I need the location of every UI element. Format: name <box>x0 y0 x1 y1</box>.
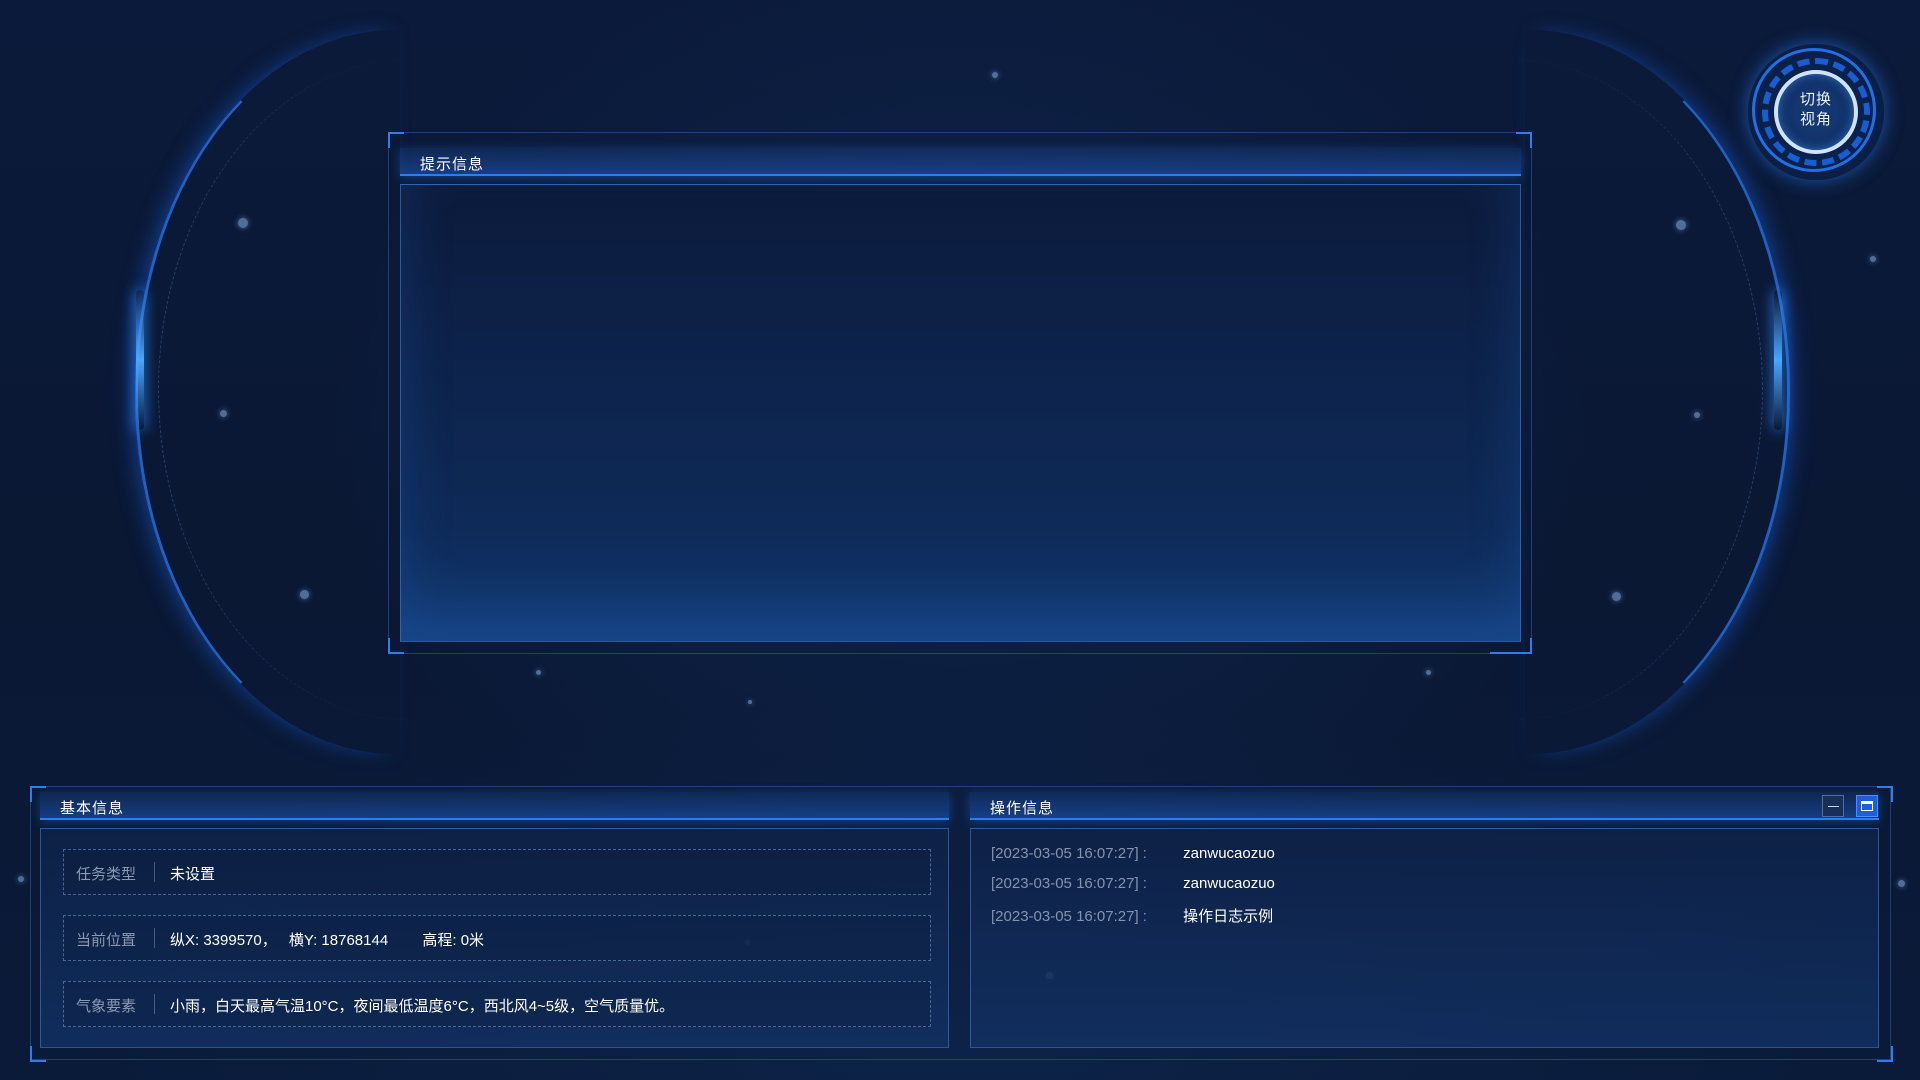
log-timestamp: [2023-03-05 16:07:27] : <box>991 845 1147 862</box>
tip-panel-content <box>400 184 1521 642</box>
corner-ornament <box>30 1046 46 1062</box>
info-row-current-position: 当前位置 纵X: 3399570， 横Y: 18768144 高程: 0米 <box>63 915 931 961</box>
info-row-task-type: 任务类型 未设置 <box>63 849 931 895</box>
log-entry: [2023-03-05 16:07:27] : zanwucaozuo <box>991 845 1275 862</box>
corner-ornament <box>1516 132 1532 148</box>
switch-view-button[interactable]: 切换 视角 <box>1748 44 1884 180</box>
background-star <box>992 72 998 78</box>
corner-ornament <box>1877 1046 1893 1062</box>
left-arc-highlight <box>136 290 144 430</box>
ops-panel-title: 操作信息 <box>990 800 1055 817</box>
position-x-value: 纵X: 3399570， <box>170 932 277 949</box>
log-timestamp: [2023-03-05 16:07:27] : <box>991 908 1147 925</box>
ops-info-panel: [2023-03-05 16:07:27] : zanwucaozuo [202… <box>970 828 1879 1048</box>
info-value: 未设置 <box>170 866 216 883</box>
dashboard-stage: 切换 视角 提示信息 基本信息 任务类型 未设置 当前位置 纵X: 339957… <box>0 0 1920 1080</box>
background-star <box>18 876 24 882</box>
elevation-value: 高程: 0米 <box>422 932 485 949</box>
info-row-weather: 气象要素 小雨，白天最高气温10°C，夜间最低温度6°C，西北风4~5级，空气质… <box>63 981 931 1027</box>
info-separator <box>154 994 155 1014</box>
log-message: zanwucaozuo <box>1183 875 1275 892</box>
info-value: 纵X: 3399570， 横Y: 18768144 高程: 0米 <box>170 929 492 950</box>
ops-panel-header: 操作信息 <box>970 792 1879 820</box>
info-key: 当前位置 <box>76 932 137 949</box>
corner-ornament <box>388 132 404 148</box>
info-separator <box>154 862 155 882</box>
basic-panel-title: 基本信息 <box>60 800 125 817</box>
background-star <box>1426 670 1431 675</box>
log-timestamp: [2023-03-05 16:07:27] : <box>991 875 1147 892</box>
basic-info-panel: 任务类型 未设置 当前位置 纵X: 3399570， 横Y: 18768144 … <box>40 828 949 1048</box>
minimize-icon <box>1828 806 1839 807</box>
log-entry: [2023-03-05 16:07:27] : 操作日志示例 <box>991 905 1273 926</box>
basic-panel-header: 基本信息 <box>40 792 949 820</box>
background-star <box>748 700 752 704</box>
background-star <box>536 670 541 675</box>
minimize-button[interactable] <box>1822 795 1844 817</box>
info-separator <box>154 928 155 948</box>
corner-ornament <box>1877 786 1893 802</box>
switch-view-label: 切换 视角 <box>1799 91 1832 128</box>
info-key: 气象要素 <box>76 998 137 1015</box>
log-message: 操作日志示例 <box>1183 908 1274 925</box>
info-key: 任务类型 <box>76 866 137 883</box>
position-y-value: 横Y: 18768144 <box>288 932 389 949</box>
maximize-button[interactable] <box>1856 795 1878 817</box>
log-message: zanwucaozuo <box>1183 845 1275 862</box>
tip-panel-title: 提示信息 <box>420 156 485 173</box>
tip-panel-header: 提示信息 <box>400 148 1521 176</box>
right-arc-highlight <box>1774 290 1782 430</box>
background-star <box>1898 880 1905 887</box>
background-star <box>1870 256 1876 262</box>
maximize-icon <box>1861 801 1873 811</box>
log-entry: [2023-03-05 16:07:27] : zanwucaozuo <box>991 875 1275 892</box>
info-value: 小雨，白天最高气温10°C，夜间最低温度6°C，西北风4~5级，空气质量优。 <box>170 998 675 1015</box>
